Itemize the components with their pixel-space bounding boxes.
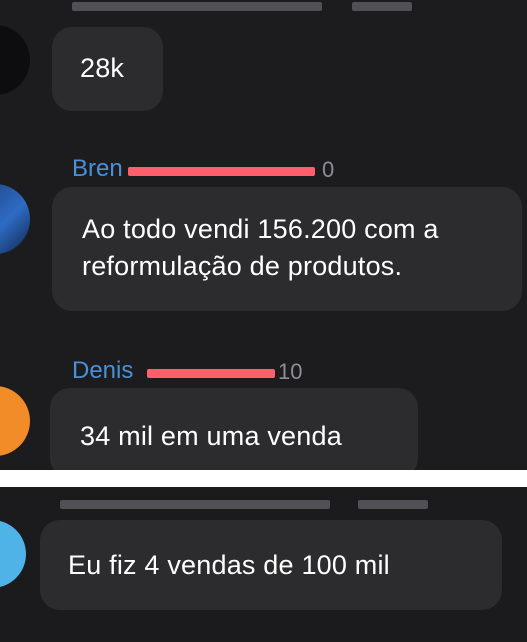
avatar[interactable]: [0, 520, 26, 588]
cutoff-sender-line: [72, 2, 322, 11]
sender-name[interactable]: Denis: [72, 357, 133, 385]
chat-panel-top: 28k Bren 0 Ao todo vendi 156.200 com a r…: [0, 0, 527, 470]
message-text: Eu fiz 4 vendas de 100 mil: [68, 550, 390, 580]
avatar[interactable]: [0, 25, 30, 95]
avatar[interactable]: [0, 386, 30, 456]
message-text: 28k: [80, 53, 125, 83]
message-bubble[interactable]: 34 mil em uma venda: [50, 388, 418, 470]
redaction-bar: [147, 369, 275, 378]
cutoff-sender-line: [60, 500, 330, 509]
cutoff-time-line: [358, 500, 428, 509]
redaction-bar: [128, 167, 315, 176]
message-timestamp: 10: [278, 359, 303, 384]
message-timestamp: 0: [322, 157, 335, 182]
sender-name[interactable]: Bren: [72, 155, 123, 183]
message-text: 34 mil em uma venda: [80, 421, 342, 451]
chat-panel-bottom: Eu fiz 4 vendas de 100 mil: [0, 487, 527, 642]
message-bubble[interactable]: 28k: [52, 27, 163, 111]
message-bubble[interactable]: Ao todo vendi 156.200 com a reformulação…: [52, 187, 522, 311]
cutoff-time-line: [352, 2, 412, 11]
avatar[interactable]: [0, 184, 30, 254]
message-text: Ao todo vendi 156.200 com a reformulação…: [82, 214, 439, 281]
message-bubble[interactable]: Eu fiz 4 vendas de 100 mil: [40, 520, 502, 610]
